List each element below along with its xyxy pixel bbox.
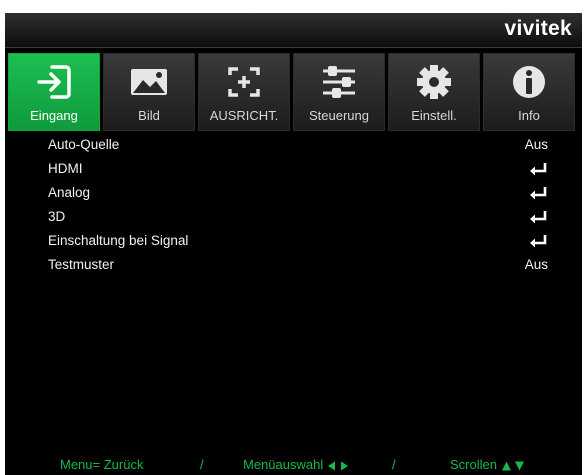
alignment-icon	[199, 62, 289, 102]
menu-item-label: Einschaltung bei Signal	[48, 233, 189, 248]
menu-item-auto-quelle[interactable]: Auto-Quelle Aus	[5, 133, 582, 157]
brand-logo: vivitek	[504, 17, 572, 40]
tab-label: Einstell.	[411, 108, 457, 123]
enter-icon	[530, 235, 547, 248]
tab-einstell[interactable]: Einstell.	[388, 53, 480, 131]
footer-back-hint: Menu= Zurück	[60, 457, 144, 472]
tab-label: Bild	[138, 108, 160, 123]
tab-label: Info	[518, 108, 540, 123]
enter-icon	[530, 187, 547, 200]
left-right-arrows-icon	[327, 461, 348, 471]
footer-scroll-label: Scrollen	[450, 457, 497, 472]
footer-separator: /	[392, 457, 396, 472]
brand-bar: vivitek	[5, 13, 582, 48]
tab-info[interactable]: Info	[483, 53, 575, 131]
tab-eingang[interactable]: Eingang	[8, 53, 100, 131]
tab-steuerung[interactable]: Steuerung	[293, 53, 385, 131]
image-icon	[104, 62, 194, 102]
menu-item-label: 3D	[48, 209, 66, 224]
gear-icon	[389, 62, 479, 102]
tab-label: Eingang	[30, 108, 78, 123]
menu-item-analog[interactable]: Analog	[5, 181, 582, 205]
osd-menu: vivitek Eingang Bild AUSRICHT. Steuerung…	[5, 13, 582, 475]
tab-label: Steuerung	[309, 108, 369, 123]
menu-item-hdmi[interactable]: HDMI	[5, 157, 582, 181]
menu-item-value: Aus	[524, 137, 548, 152]
menu-item-label: Auto-Quelle	[48, 137, 120, 152]
sliders-icon	[294, 62, 384, 102]
info-icon	[484, 62, 574, 102]
enter-icon	[530, 163, 547, 176]
tab-bar: Eingang Bild AUSRICHT. Steuerung Einstel…	[8, 53, 582, 133]
menu-item-einschaltung-bei-signal[interactable]: Einschaltung bei Signal	[5, 229, 582, 253]
footer-select-label: Menüauswahl	[243, 457, 324, 472]
menu-item-3d[interactable]: 3D	[5, 205, 582, 229]
footer-select-hint: Menüauswahl	[243, 457, 349, 472]
menu-item-value: Aus	[524, 257, 548, 272]
tab-bild[interactable]: Bild	[103, 53, 195, 131]
tab-label: AUSRICHT.	[209, 108, 279, 123]
footer-scroll-hint: Scrollen	[450, 457, 525, 472]
menu-item-testmuster[interactable]: Testmuster Aus	[5, 253, 582, 277]
enter-icon	[530, 211, 547, 224]
menu-item-label: Testmuster	[48, 257, 115, 272]
footer-separator: /	[200, 457, 204, 472]
tab-ausricht[interactable]: AUSRICHT.	[198, 53, 290, 131]
input-icon	[9, 62, 99, 102]
menu-item-label: HDMI	[48, 161, 83, 176]
menu-item-label: Analog	[48, 185, 91, 200]
up-down-arrows-icon	[501, 461, 524, 471]
footer-hints: Menu= Zurück / Menüauswahl / Scrollen	[5, 453, 582, 475]
